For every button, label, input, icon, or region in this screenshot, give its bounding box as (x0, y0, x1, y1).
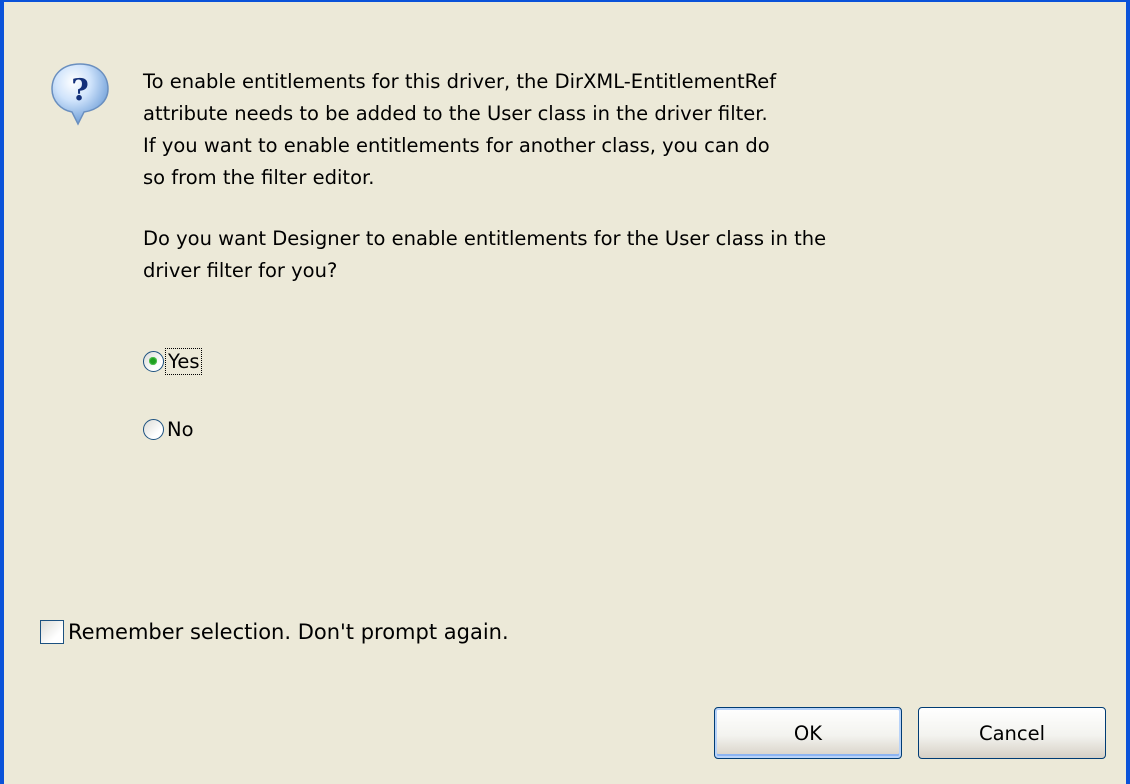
no-radio-label[interactable]: No (167, 418, 194, 441)
remember-selection-checkbox[interactable] (40, 620, 64, 644)
remember-selection-label[interactable]: Remember selection. Don't prompt again. (68, 620, 509, 644)
question-line: Do you want Designer to enable entitleme… (143, 227, 827, 250)
message-line: To enable entitlements for this driver, … (143, 70, 777, 93)
question-paragraph: Do you want Designer to enable entitleme… (143, 223, 1043, 287)
question-line: driver filter for you? (143, 259, 338, 282)
explanation-paragraph: To enable entitlements for this driver, … (143, 66, 1043, 194)
svg-text:?: ? (71, 73, 89, 108)
question-icon: ? (51, 63, 109, 126)
message-line: If you want to enable entitlements for a… (143, 134, 770, 157)
no-radio-button[interactable] (143, 419, 164, 440)
message-line: attribute needs to be added to the User … (143, 102, 768, 125)
yes-radio-label[interactable]: Yes (164, 348, 203, 375)
remember-selection-option[interactable]: Remember selection. Don't prompt again. (40, 620, 509, 644)
cancel-button[interactable]: Cancel (918, 707, 1106, 759)
confirmation-dialog: ? To enable entitlements for this driver… (0, 0, 1130, 784)
ok-button[interactable]: OK (714, 707, 902, 759)
yes-radio-option[interactable]: Yes (143, 348, 203, 375)
no-radio-option[interactable]: No (143, 418, 194, 441)
message-text: To enable entitlements for this driver, … (143, 66, 1043, 287)
message-line: so from the filter editor. (143, 166, 375, 189)
yes-radio-button[interactable] (143, 351, 164, 372)
